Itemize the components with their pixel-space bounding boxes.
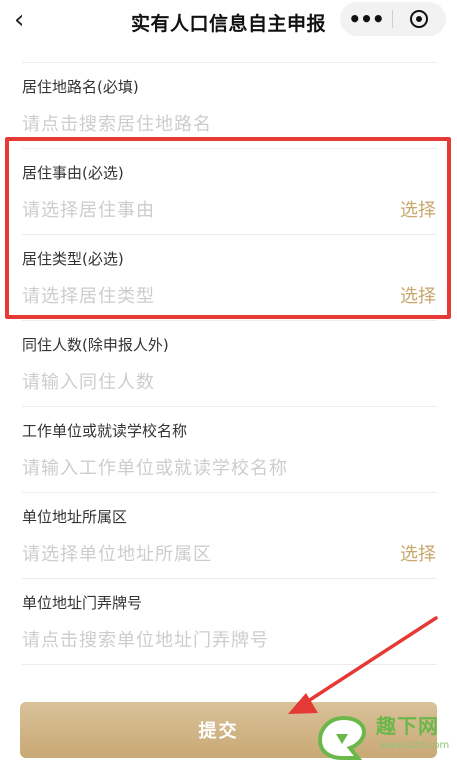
field-label-workplace-name: 工作单位或就读学校名称 xyxy=(22,422,188,440)
divider xyxy=(22,62,437,63)
submit-label: 提交 xyxy=(198,721,239,742)
divider xyxy=(22,406,437,407)
watermark: 趣下网 www.qzd.com xyxy=(312,710,457,761)
more-dots-icon[interactable]: ••• xyxy=(340,2,392,36)
watermark-logo-icon xyxy=(317,715,367,760)
field-label-workplace-district: 单位地址所属区 xyxy=(22,508,128,526)
mini-program-capsule: ••• xyxy=(340,2,446,36)
workplace-district-select-button[interactable]: 选择 xyxy=(400,540,436,566)
nav-bar: ‹ 实有人口信息自主申报 ••• xyxy=(0,0,457,42)
workplace-address-input[interactable]: 请点击搜索单位地址门弄牌号 xyxy=(22,626,269,652)
divider xyxy=(22,664,437,665)
watermark-url: www.qzd.com xyxy=(380,740,450,751)
cohabitant-count-input[interactable]: 请输入同住人数 xyxy=(22,368,155,394)
workplace-district-select[interactable]: 请选择单位地址所属区 xyxy=(22,540,212,566)
target-close-icon[interactable] xyxy=(393,10,445,28)
field-label-residence-road: 居住地路名(必填) xyxy=(22,78,139,96)
residence-road-input[interactable]: 请点击搜索居住地路名 xyxy=(22,110,212,136)
divider xyxy=(22,320,437,321)
watermark-text: 趣下网 xyxy=(376,714,439,738)
divider xyxy=(22,492,437,493)
field-label-cohabitant-count: 同住人数(除申报人外) xyxy=(22,336,169,354)
highlight-box xyxy=(5,137,451,319)
field-label-workplace-address: 单位地址门弄牌号 xyxy=(22,594,143,612)
workplace-name-input[interactable]: 请输入工作单位或就读学校名称 xyxy=(22,454,288,480)
divider xyxy=(22,578,437,579)
